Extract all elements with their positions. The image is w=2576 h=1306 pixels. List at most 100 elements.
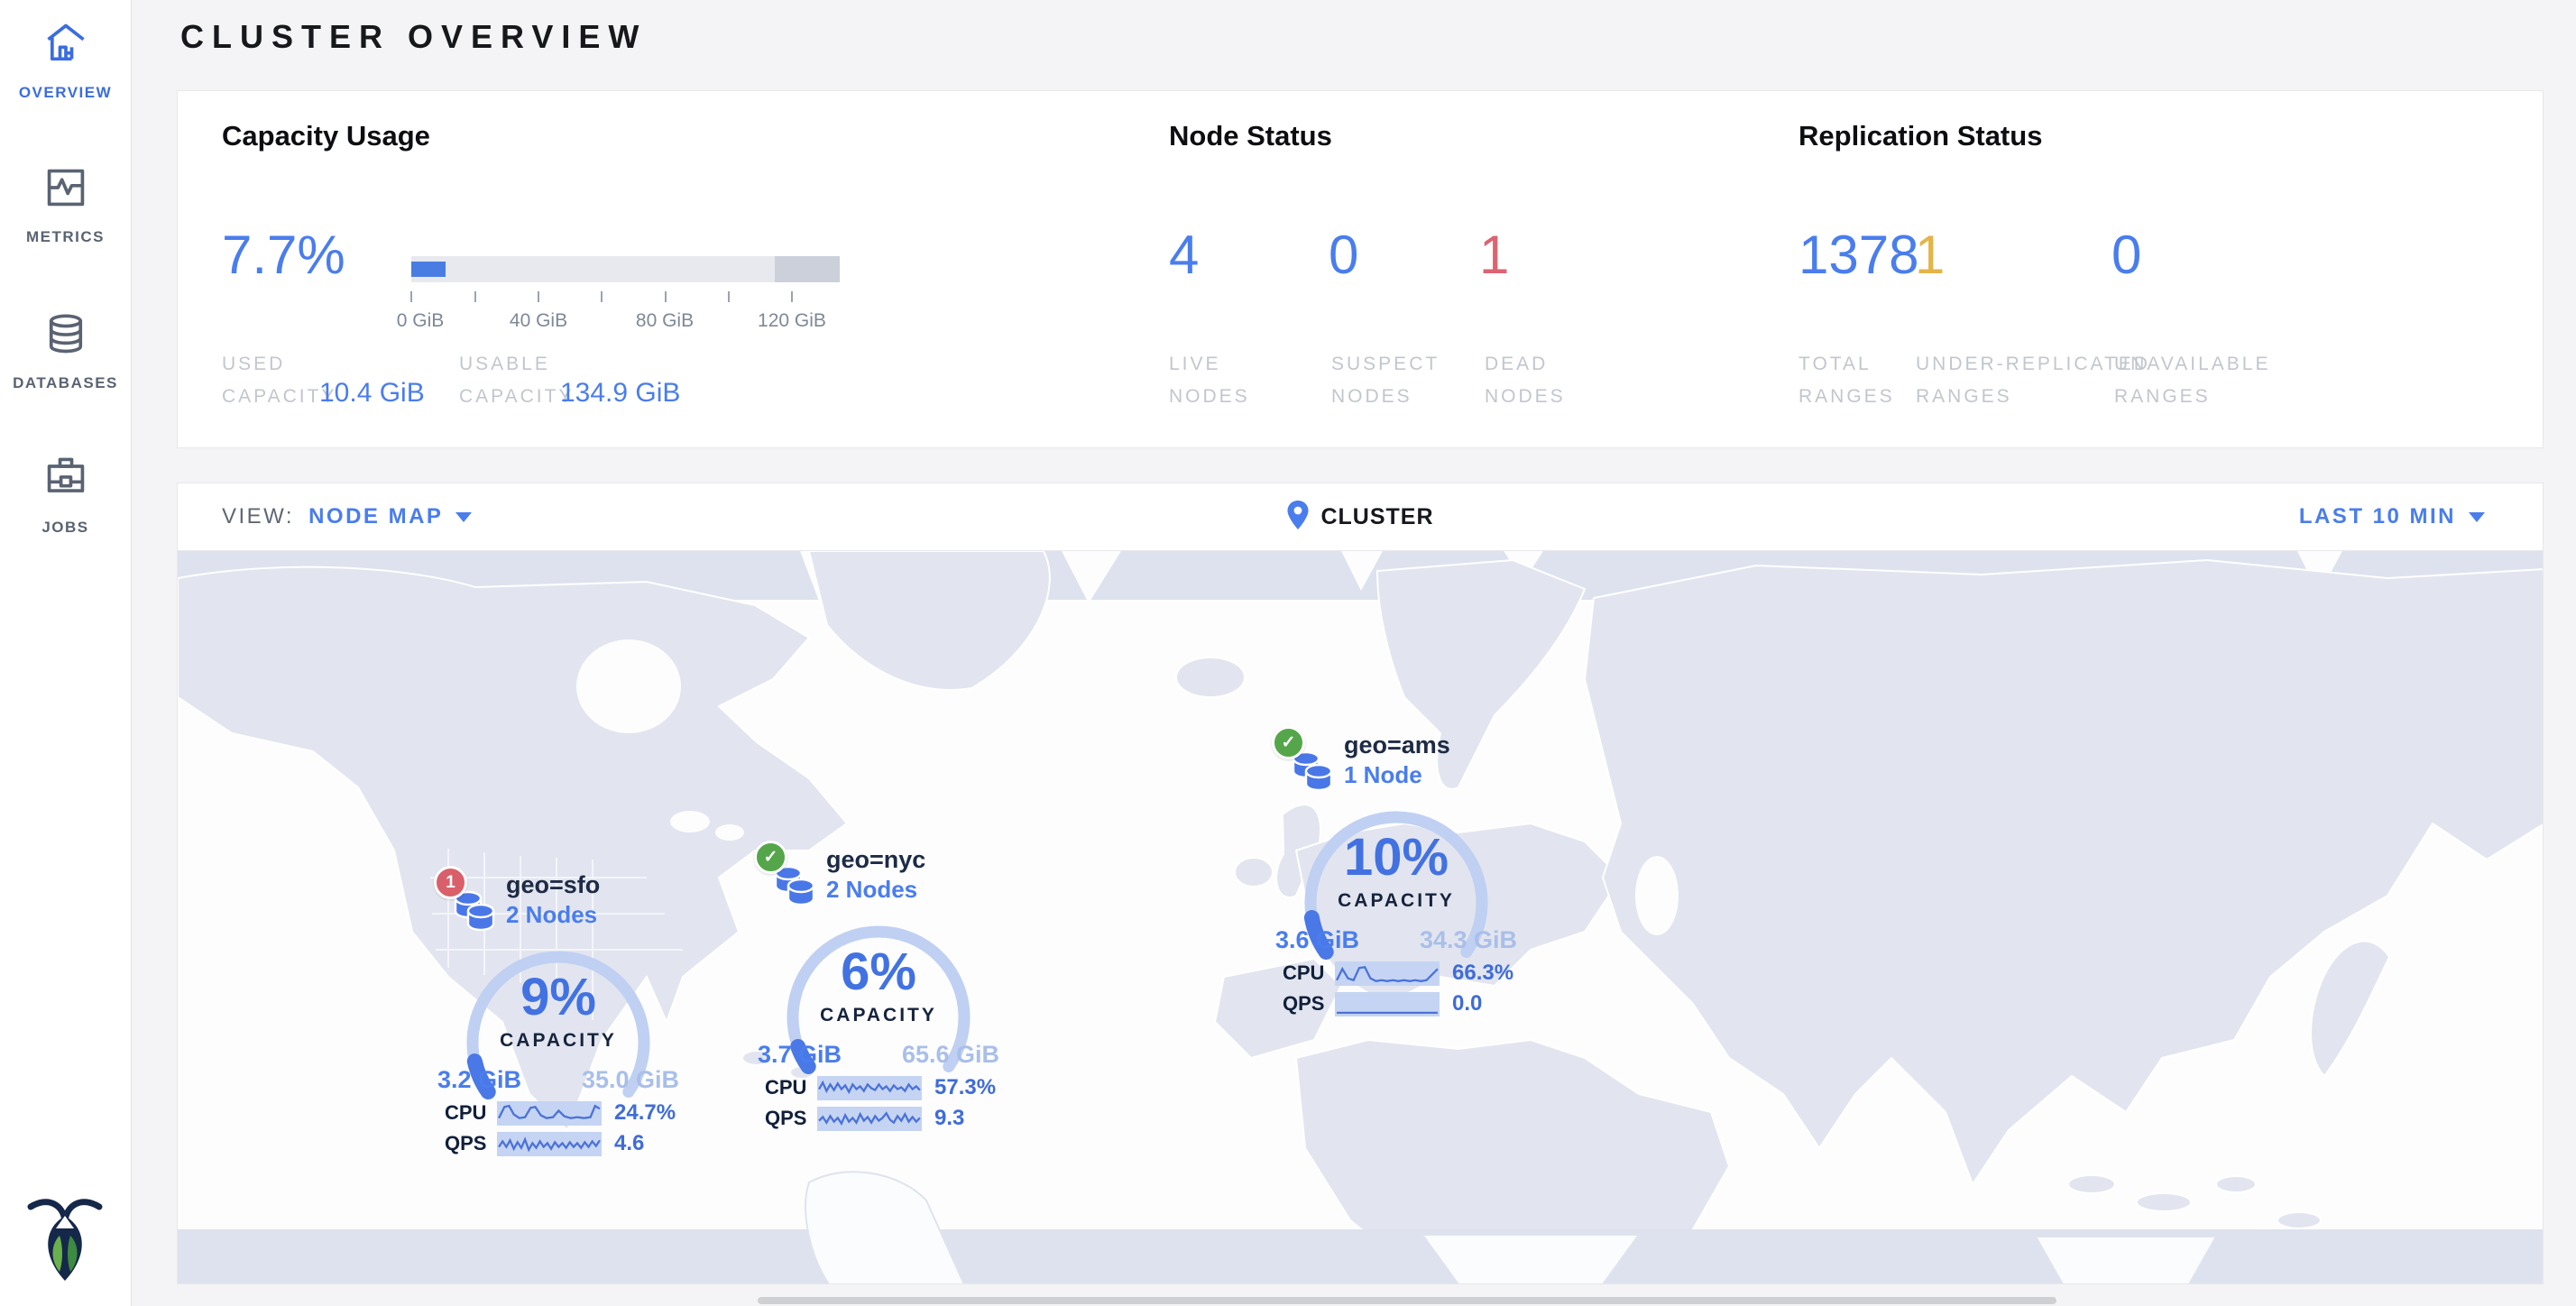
capacity-percent: 7.7% — [222, 228, 345, 282]
locality-node-count: 2 Nodes — [826, 876, 917, 904]
healthy-check-badge: ✓ — [1272, 726, 1305, 759]
under-replicated-ranges-value: 1 — [1915, 228, 1945, 282]
axis-tick — [728, 291, 730, 302]
node-map: 1 geo=sfo 2 Nodes 9% CAPACITY 3.2 GiB 35… — [177, 551, 2544, 1284]
map-toolbar: VIEW: NODE MAP CLUSTER LAST 10 MIN — [177, 483, 2544, 551]
qps-label: QPS — [445, 1132, 497, 1155]
axis-tick — [474, 291, 476, 302]
capacity-label: CAPACITY — [450, 1030, 667, 1052]
locality-node-count: 2 Nodes — [506, 901, 597, 929]
axis-tick-label: 0 GiB — [371, 310, 470, 332]
error-count-badge: 1 — [434, 866, 467, 899]
cpu-sparkline — [497, 1101, 602, 1126]
axis-tick-label: 120 GiB — [742, 310, 842, 332]
cockroachdb-logo — [23, 1192, 106, 1286]
dead-nodes-value: 1 — [1479, 228, 1509, 282]
breadcrumb[interactable]: CLUSTER — [178, 500, 2543, 535]
used-capacity: 3.2 GiB — [437, 1066, 521, 1094]
total-capacity: 65.6 GiB — [902, 1041, 999, 1069]
qps-label: QPS — [1283, 992, 1335, 1016]
capacity-usage-title: Capacity Usage — [222, 120, 430, 152]
locality-name: geo=ams — [1344, 731, 1450, 759]
cluster-overview-page: OVERVIEW METRICS DATABASES — [0, 0, 2576, 1306]
qps-sparkline — [497, 1132, 602, 1156]
unavailable-ranges-value: 0 — [2111, 228, 2141, 282]
total-capacity: 34.3 GiB — [1420, 926, 1517, 954]
live-nodes-label: LIVE NODES — [1169, 348, 1250, 412]
capacity-bar — [411, 256, 840, 282]
capacity-bar-fill — [411, 262, 446, 277]
node-status-title: Node Status — [1169, 120, 1332, 152]
axis-tick-label: 80 GiB — [615, 310, 714, 332]
capacity-label: CAPACITY — [770, 1005, 987, 1026]
used-capacity: 3.7 GiB — [758, 1041, 842, 1069]
page-title: CLUSTER OVERVIEW — [180, 18, 647, 56]
sidebar-item-metrics[interactable]: METRICS — [0, 164, 131, 246]
locality-node-count: 1 Node — [1344, 761, 1422, 789]
usable-capacity-value: 134.9 GiB — [560, 378, 680, 409]
live-nodes-value: 4 — [1169, 228, 1199, 282]
cpu-value: 66.3% — [1452, 961, 1513, 986]
total-ranges-value: 1378 — [1799, 228, 1918, 282]
cluster-summary-panel: Capacity Usage 7.7% 0 GiB 40 GiB 80 GiB … — [177, 90, 2544, 448]
map-pin-icon — [1286, 500, 1310, 535]
qps-value: 4.6 — [614, 1131, 644, 1156]
cpu-sparkline — [1335, 961, 1440, 986]
axis-tick — [410, 291, 412, 302]
time-range-dropdown[interactable]: LAST 10 MIN — [2299, 504, 2485, 529]
qps-value: 0.0 — [1452, 991, 1482, 1016]
time-range-value: LAST 10 MIN — [2299, 504, 2456, 529]
total-ranges-label: TOTAL RANGES — [1799, 348, 1895, 412]
locality-marker-sfo[interactable]: 1 geo=sfo 2 Nodes 9% CAPACITY 3.2 GiB 35… — [432, 859, 685, 1165]
axis-tick — [538, 291, 539, 302]
jobs-icon — [0, 455, 131, 506]
axis-tick — [665, 291, 667, 302]
qps-label: QPS — [765, 1107, 817, 1130]
sidebar: OVERVIEW METRICS DATABASES — [0, 0, 132, 1306]
sidebar-item-databases[interactable]: DATABASES — [0, 310, 131, 392]
axis-tick — [791, 291, 793, 302]
used-capacity-value: 10.4 GiB — [319, 378, 425, 409]
sidebar-item-label: METRICS — [26, 228, 105, 245]
cpu-label: CPU — [1283, 961, 1335, 985]
suspect-nodes-label: SUSPECT NODES — [1331, 348, 1440, 412]
used-capacity: 3.6 GiB — [1275, 926, 1359, 954]
breadcrumb-cluster: CLUSTER — [1320, 504, 1433, 530]
capacity-percent: 6% — [770, 942, 987, 1002]
capacity-label: CAPACITY — [1288, 890, 1504, 912]
capacity-percent: 9% — [450, 967, 667, 1027]
cpu-value: 57.3% — [934, 1075, 996, 1100]
axis-tick — [601, 291, 603, 302]
horizontal-scrollbar[interactable] — [758, 1297, 2056, 1304]
sidebar-item-label: JOBS — [41, 519, 88, 536]
sidebar-item-jobs[interactable]: JOBS — [0, 455, 131, 537]
sidebar-item-overview[interactable]: OVERVIEW — [0, 20, 131, 102]
cpu-value: 24.7% — [614, 1100, 676, 1126]
qps-sparkline — [1335, 992, 1440, 1016]
healthy-check-badge: ✓ — [754, 841, 787, 874]
locality-name: geo=nyc — [826, 846, 925, 874]
metrics-icon — [0, 164, 131, 216]
usable-capacity-label: USABLE CAPACITY — [459, 348, 574, 412]
sidebar-item-label: OVERVIEW — [19, 84, 112, 101]
databases-icon — [0, 310, 131, 362]
locality-marker-nyc[interactable]: ✓ geo=nyc 2 Nodes 6% CAPACITY 3.7 GiB 65… — [752, 833, 1005, 1140]
sidebar-item-label: DATABASES — [13, 374, 118, 391]
replication-status-title: Replication Status — [1799, 120, 2042, 152]
axis-tick-label: 40 GiB — [489, 310, 588, 332]
home-icon — [0, 20, 131, 71]
cpu-label: CPU — [445, 1101, 497, 1125]
locality-name: geo=sfo — [506, 871, 600, 899]
capacity-percent: 10% — [1288, 827, 1504, 888]
capacity-bar-reserved — [775, 256, 840, 282]
locality-marker-ams[interactable]: ✓ geo=ams 1 Node 10% CAPACITY 3.6 GiB 34… — [1270, 719, 1523, 1025]
cpu-sparkline — [817, 1076, 922, 1100]
qps-sparkline — [817, 1107, 922, 1131]
total-capacity: 35.0 GiB — [582, 1066, 679, 1094]
suspect-nodes-value: 0 — [1329, 228, 1358, 282]
qps-value: 9.3 — [934, 1106, 964, 1131]
chevron-down-icon — [2469, 512, 2485, 522]
cpu-label: CPU — [765, 1076, 817, 1099]
unavailable-ranges-label: UNAVAILABLE RANGES — [2114, 348, 2270, 412]
dead-nodes-label: DEAD NODES — [1485, 348, 1566, 412]
